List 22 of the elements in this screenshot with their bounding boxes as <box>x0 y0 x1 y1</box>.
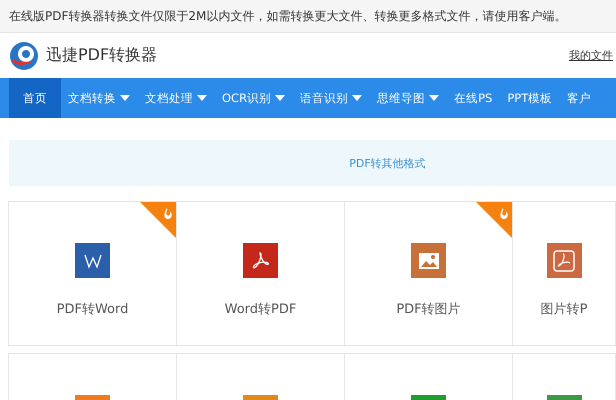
tool-card[interactable]: PDF转Word <box>8 201 177 346</box>
nav-tab[interactable]: 在线PS <box>447 78 500 118</box>
my-files-link[interactable]: 我的文件 <box>569 48 613 63</box>
section-heading: PDF转其他格式 <box>9 140 616 186</box>
nav-tab[interactable]: OCR识别 <box>215 78 292 118</box>
nav-tab[interactable]: 语音识别 <box>293 78 370 118</box>
nav-tab[interactable]: 首页 <box>9 78 61 118</box>
tool-card[interactable]: 图片转P <box>512 201 616 346</box>
tool-card[interactable] <box>512 353 616 400</box>
tool-card[interactable] <box>176 353 345 400</box>
nav-tab[interactable]: PPT模板 <box>500 78 560 118</box>
nav-tab[interactable]: 客户 <box>560 78 598 118</box>
tool-card[interactable]: PDF转图片 <box>344 201 513 346</box>
nav-tab[interactable]: 思维导图 <box>370 78 446 118</box>
notice-text: 在线版PDF转换器转换文件仅限于2M以内文件，如需转换更大文件、转换更多格式文件，请使用客户端。 <box>0 0 616 33</box>
nav-tab[interactable]: 文档转换 <box>61 78 137 118</box>
tool-card[interactable] <box>344 353 513 400</box>
nav-tab[interactable]: 文档处理 <box>138 78 214 118</box>
logo-icon <box>9 40 39 70</box>
tool-card[interactable]: Word转PDF <box>176 201 345 346</box>
app-title: 迅捷PDF转换器 <box>46 45 158 66</box>
tool-card[interactable] <box>8 353 177 400</box>
